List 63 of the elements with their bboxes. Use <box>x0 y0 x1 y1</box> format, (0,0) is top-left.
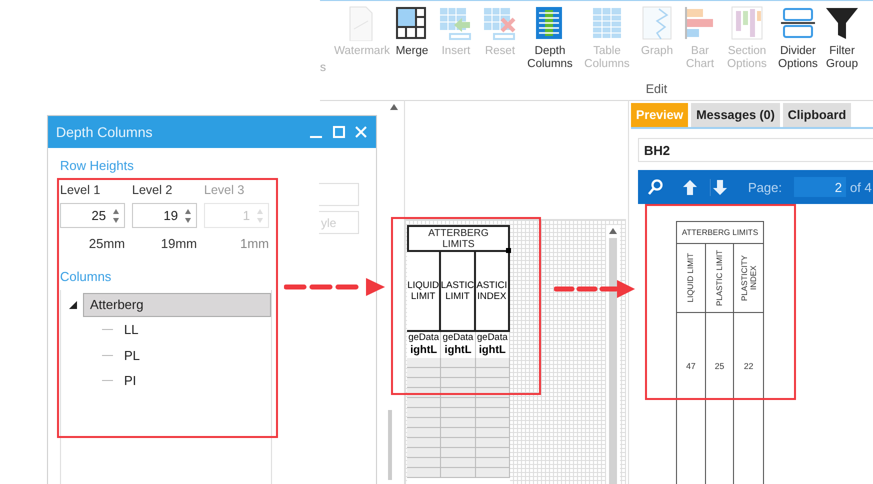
tree-item[interactable]: PL <box>117 343 271 368</box>
down-arrow-icon[interactable] <box>710 178 728 196</box>
group-header: ATTERBERG LIMITS <box>407 225 510 252</box>
page-count: of 4 <box>850 180 872 194</box>
borehole-field[interactable]: BH2 <box>638 138 873 162</box>
section-label: Columns <box>60 269 112 284</box>
column-header: PLASTICITY INDEX <box>740 254 758 303</box>
number-spinner[interactable]: 25 <box>60 203 125 228</box>
close-button[interactable] <box>354 125 368 139</box>
spinner-arrows-icon <box>256 208 264 224</box>
size-label: 19mm <box>160 236 197 251</box>
column-header: ASTICI INDEX <box>476 252 510 332</box>
group-header: ATTERBERG LIMITS <box>677 221 763 244</box>
section-label: Row Heights <box>60 158 135 173</box>
spinner-arrows-icon <box>184 208 192 224</box>
level-label: Level 1 <box>60 183 102 197</box>
maximize-button[interactable] <box>332 125 346 139</box>
ribbon-button[interactable]: Filter Group <box>824 5 860 71</box>
data-field: geData <box>407 332 442 344</box>
table-cell: 22 <box>744 361 754 371</box>
reset-icon <box>482 5 518 41</box>
tab[interactable]: Messages (0) <box>691 103 780 127</box>
scrollbar-thumb[interactable] <box>388 410 392 480</box>
tab[interactable]: Clipboard <box>782 103 852 127</box>
ribbon-button[interactable]: Merge <box>390 5 434 58</box>
size-label: 25mm <box>88 236 125 251</box>
search-icon[interactable] <box>648 179 664 195</box>
column-header: PLASTIC LIMIT <box>714 250 724 306</box>
scrollbar-thumb[interactable] <box>609 238 617 484</box>
resize-handle[interactable] <box>506 248 511 253</box>
window-title: Depth Columns <box>56 124 154 140</box>
expander-icon[interactable] <box>69 300 77 308</box>
scroll-up-icon[interactable] <box>609 228 617 234</box>
table-cell: 25 <box>714 361 724 371</box>
tree-item[interactable]: PI <box>117 368 271 393</box>
data-field: geData <box>476 332 510 344</box>
ribbon-button[interactable]: Depth Columns <box>522 5 578 71</box>
column-header: LIQUID LIMIT <box>686 253 696 303</box>
maximize-icon <box>332 125 346 139</box>
page-field[interactable]: 2 <box>794 177 846 197</box>
page-label: Page: <box>748 180 782 194</box>
level-label: Level 3 <box>204 183 246 197</box>
column-header: LIQUID LIMIT <box>407 252 442 332</box>
data-field: geData <box>441 332 476 344</box>
close-icon <box>354 125 368 139</box>
tree-item[interactable]: Atterberg <box>83 292 271 316</box>
column-header: LASTIC LIMIT <box>441 252 476 332</box>
button-label: s <box>320 60 327 74</box>
tree-item[interactable]: LL <box>117 318 271 342</box>
size-label: 1mm <box>239 236 269 251</box>
input-field[interactable] <box>319 183 359 206</box>
minimize-icon <box>310 136 322 138</box>
filter-icon <box>824 5 860 41</box>
divider-icon <box>780 5 816 41</box>
table-cell: 47 <box>686 361 696 371</box>
ribbon-button[interactable]: Divider Options <box>772 5 824 71</box>
scroll-up-icon[interactable] <box>390 104 398 110</box>
level-label: Level 2 <box>132 183 174 197</box>
group-label: Edit <box>646 82 668 96</box>
number-spinner[interactable]: 19 <box>132 203 197 228</box>
up-arrow-icon[interactable] <box>682 178 698 196</box>
spinner-arrows-icon <box>112 208 120 224</box>
insert-icon <box>438 5 474 41</box>
